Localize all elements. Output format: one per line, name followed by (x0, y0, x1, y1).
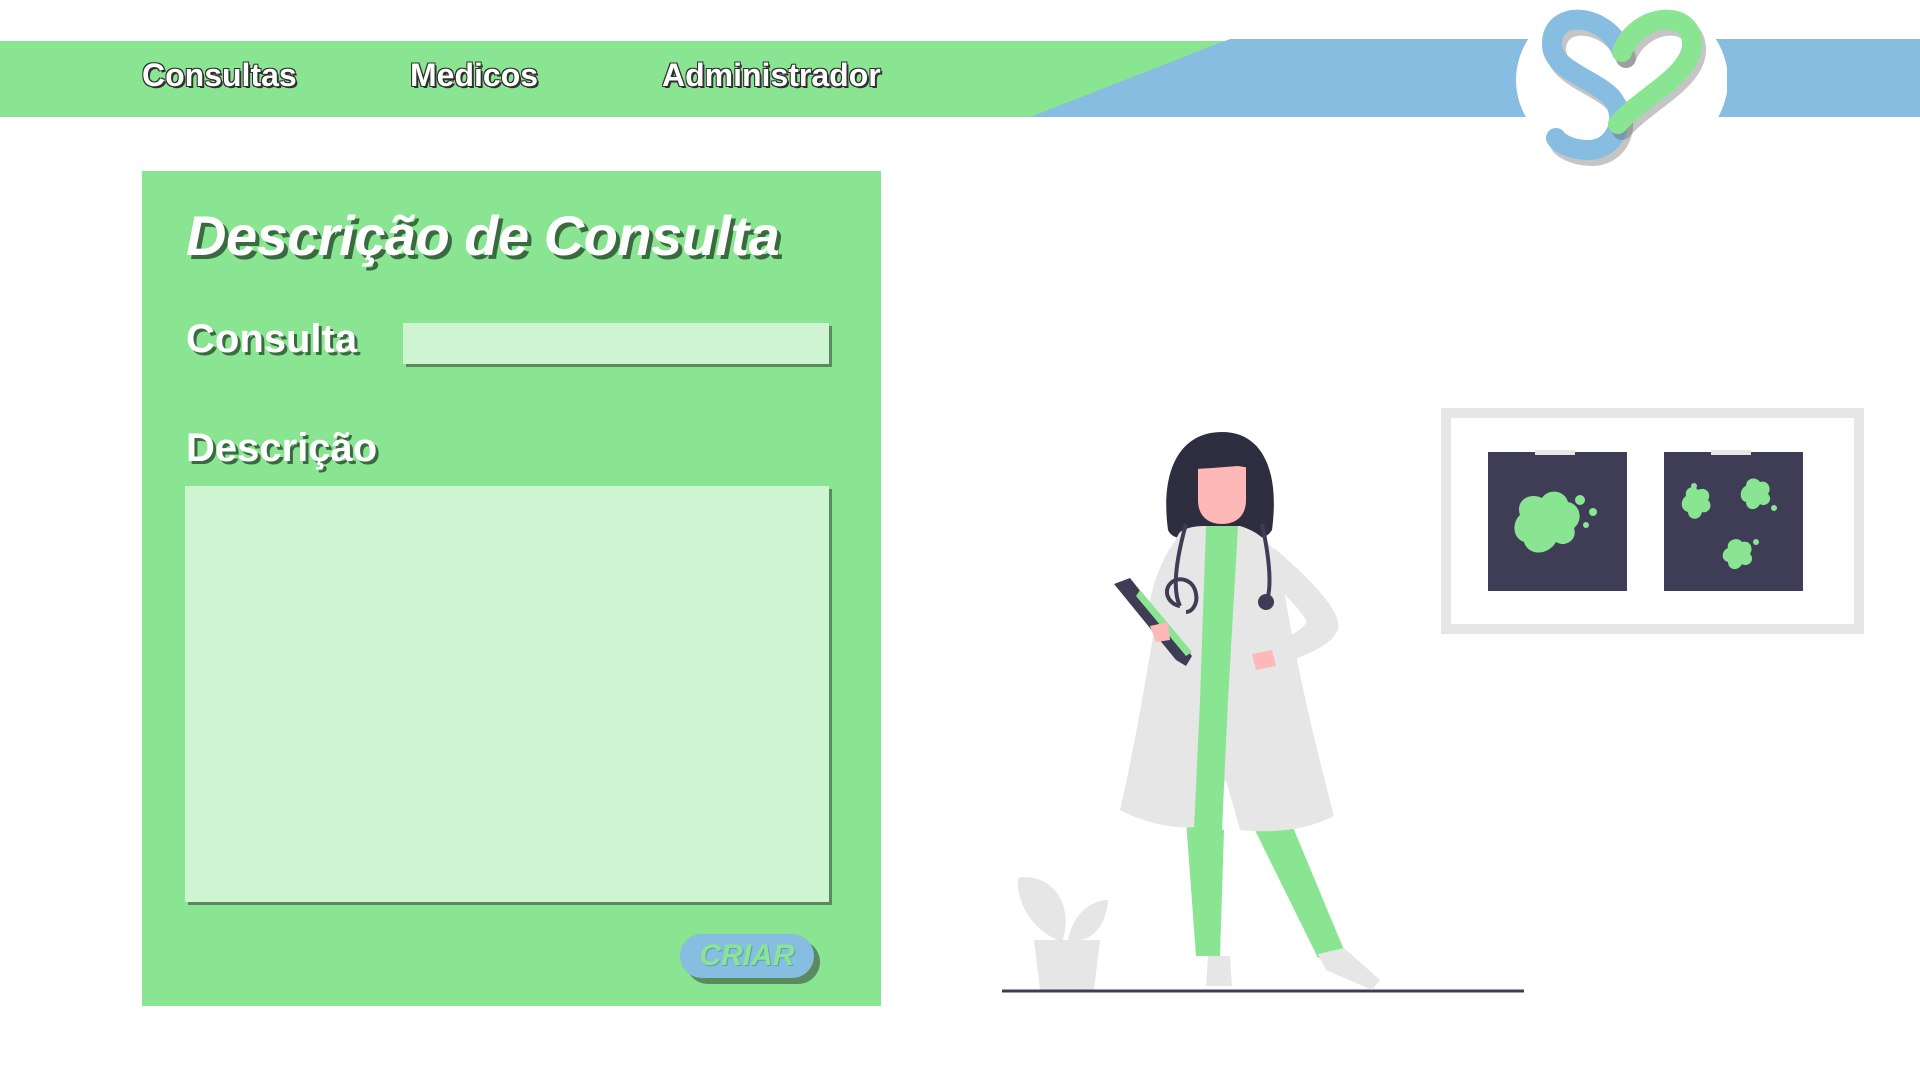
nav-link-medicos[interactable]: Medicos (410, 57, 538, 94)
doctor-with-xray-illustration (1002, 408, 1864, 993)
nav-link-consultas[interactable]: Consultas (142, 57, 297, 94)
top-nav: Consultas Medicos Administrador (0, 41, 1000, 117)
form-title: Descrição de Consulta (186, 204, 780, 267)
descricao-textarea[interactable] (185, 486, 829, 902)
heart-s-logo-icon[interactable] (1512, 0, 1727, 190)
nav-link-administrador[interactable]: Administrador (662, 57, 881, 94)
xray-frame (1441, 408, 1864, 634)
criar-button[interactable]: CRIAR (680, 934, 814, 978)
doctor-figure (1114, 432, 1380, 990)
consulta-label: Consulta (186, 317, 358, 361)
page: Consultas Medicos Administrador Descriçã… (0, 0, 1920, 1080)
consulta-form-panel: Descrição de Consulta Consulta Descrição… (142, 171, 881, 1006)
descricao-label: Descrição (186, 426, 378, 470)
consulta-input[interactable] (403, 323, 829, 364)
plant-pot (1017, 876, 1108, 990)
